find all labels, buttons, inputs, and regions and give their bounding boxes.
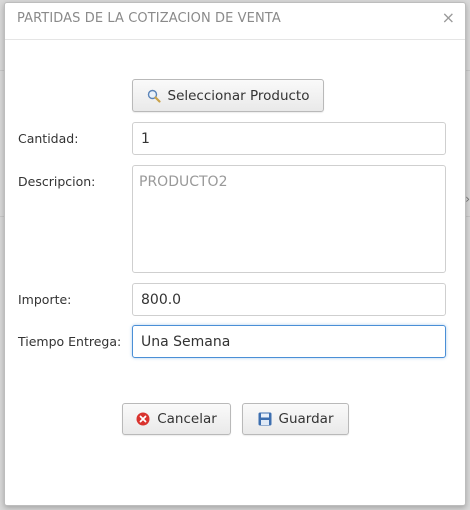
dialog-header: PARTIDAS DE LA COTIZACION DE VENTA × — [5, 3, 465, 40]
search-icon — [147, 89, 161, 103]
cancel-label: Cancelar — [157, 411, 217, 427]
importe-input[interactable] — [132, 283, 446, 316]
save-icon — [258, 412, 272, 426]
descripcion-textarea[interactable]: PRODUCTO2 — [132, 165, 446, 273]
importe-label: Importe: — [18, 292, 72, 307]
quote-items-dialog: PARTIDAS DE LA COTIZACION DE VENTA × Sel… — [4, 2, 466, 506]
save-label: Guardar — [278, 411, 334, 427]
select-product-label: Seleccionar Producto — [167, 87, 310, 104]
tiempo-entrega-input[interactable] — [132, 325, 446, 358]
cancel-icon — [136, 412, 150, 426]
cantidad-input[interactable] — [132, 122, 446, 155]
cantidad-label: Cantidad: — [18, 131, 79, 146]
descripcion-label: Descripcion: — [18, 174, 96, 189]
tiempo-entrega-label: Tiempo Entrega: — [18, 334, 122, 349]
select-product-button[interactable]: Seleccionar Producto — [132, 79, 324, 112]
dialog-title: PARTIDAS DE LA COTIZACION DE VENTA — [17, 11, 281, 26]
cancel-button[interactable]: Cancelar — [122, 403, 231, 435]
close-icon[interactable]: × — [442, 9, 455, 27]
save-button[interactable]: Guardar — [242, 403, 349, 435]
